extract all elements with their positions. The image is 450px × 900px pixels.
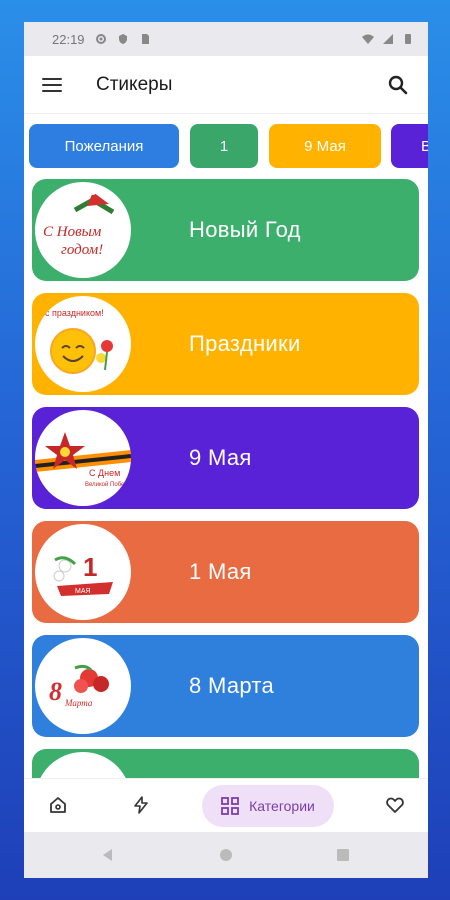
home-icon: [50, 797, 66, 813]
nav-new[interactable]: [127, 791, 155, 819]
victory-sticker-image: С Днем Великой Победы: [35, 432, 131, 488]
category-card-new-year[interactable]: С Новым годом! Новый Год: [32, 179, 419, 281]
recents-icon[interactable]: [336, 848, 350, 862]
grid-icon: [221, 797, 240, 815]
svg-text:МАЯ: МАЯ: [75, 588, 91, 595]
victory-day-sticker-thumbnail: С Днем Великой Победы: [35, 410, 131, 506]
category-label: 1 Мая: [189, 559, 252, 584]
svg-text:С Новым: С Новым: [43, 224, 102, 240]
may-day-sticker-image: 1 МАЯ: [53, 552, 113, 596]
new-year-sticker-thumbnail: С Новым годом!: [35, 182, 131, 278]
category-label: Новый Год: [189, 217, 301, 242]
sim-status-icon: [141, 34, 149, 44]
category-list: С Новым годом! Новый Год с праздником! П…: [24, 178, 428, 778]
lightning-icon: [134, 796, 148, 814]
settings-status-icon: [95, 34, 106, 44]
category-card-8-march[interactable]: 8 Марта 8 Марта: [32, 635, 419, 737]
menu-icon[interactable]: [42, 77, 62, 92]
svg-text:С Днем: С Днем: [89, 468, 120, 478]
category-label: 8 Марта: [189, 673, 275, 698]
category-card-1-may[interactable]: 1 МАЯ 1 Мая: [32, 521, 419, 623]
home-button-icon[interactable]: [218, 847, 234, 863]
battery-status-icon: [405, 34, 411, 44]
nav-home[interactable]: [44, 791, 72, 819]
page-title: Стикеры: [96, 73, 173, 95]
phone-screen: 22:19 Стикеры Пожелания 1 9 Мая В С Новы…: [24, 22, 428, 878]
heart-icon: [386, 797, 404, 813]
shield-status-icon: [118, 34, 127, 44]
nav-categories-label: Категории: [249, 798, 315, 814]
chip-1[interactable]: 1: [190, 124, 258, 168]
new-year-sticker-image: С Новым годом!: [43, 189, 115, 258]
category-label: 9 Мая: [189, 445, 252, 470]
category-card-holidays[interactable]: с праздником! Праздники: [32, 293, 419, 395]
category-card-partial[interactable]: [32, 749, 419, 778]
status-bar: 22:19: [24, 22, 428, 56]
back-icon[interactable]: [100, 847, 116, 863]
svg-text:с праздником!: с праздником!: [45, 308, 104, 318]
march-8-sticker-thumbnail: 8 Марта: [35, 638, 131, 734]
wifi-status-icon: [362, 34, 374, 44]
category-chips: Пожелания 1 9 Мая В: [24, 114, 428, 178]
category-card-9-may[interactable]: С Днем Великой Победы 9 Мая: [32, 407, 419, 509]
bottom-navigation: Категории: [24, 778, 428, 832]
category-label: Праздники: [189, 331, 301, 356]
sticker-thumbnail: [35, 752, 131, 778]
app-bar: Стикеры: [24, 56, 428, 114]
holidays-sticker-thumbnail: с праздником!: [35, 296, 131, 392]
svg-text:Великой Победы: Великой Победы: [85, 481, 131, 488]
may-day-sticker-thumbnail: 1 МАЯ: [35, 524, 131, 620]
chip-partial[interactable]: В: [391, 124, 428, 168]
svg-text:8: 8: [49, 677, 62, 706]
smiley-sticker-image: с праздником!: [45, 308, 113, 374]
nav-favorites[interactable]: [381, 791, 409, 819]
signal-status-icon: [383, 34, 393, 44]
chip-pozhelaniya[interactable]: Пожелания: [29, 124, 179, 168]
march-8-sticker-image: 8 Марта: [49, 664, 109, 708]
chip-9-maya[interactable]: 9 Мая: [269, 124, 381, 168]
svg-text:1: 1: [83, 552, 97, 582]
status-time: 22:19: [52, 31, 85, 47]
svg-text:Марта: Марта: [64, 698, 93, 708]
search-icon[interactable]: [386, 73, 410, 97]
svg-text:годом!: годом!: [61, 242, 103, 258]
system-navigation-bar: [24, 832, 428, 878]
nav-categories[interactable]: Категории: [202, 785, 334, 827]
